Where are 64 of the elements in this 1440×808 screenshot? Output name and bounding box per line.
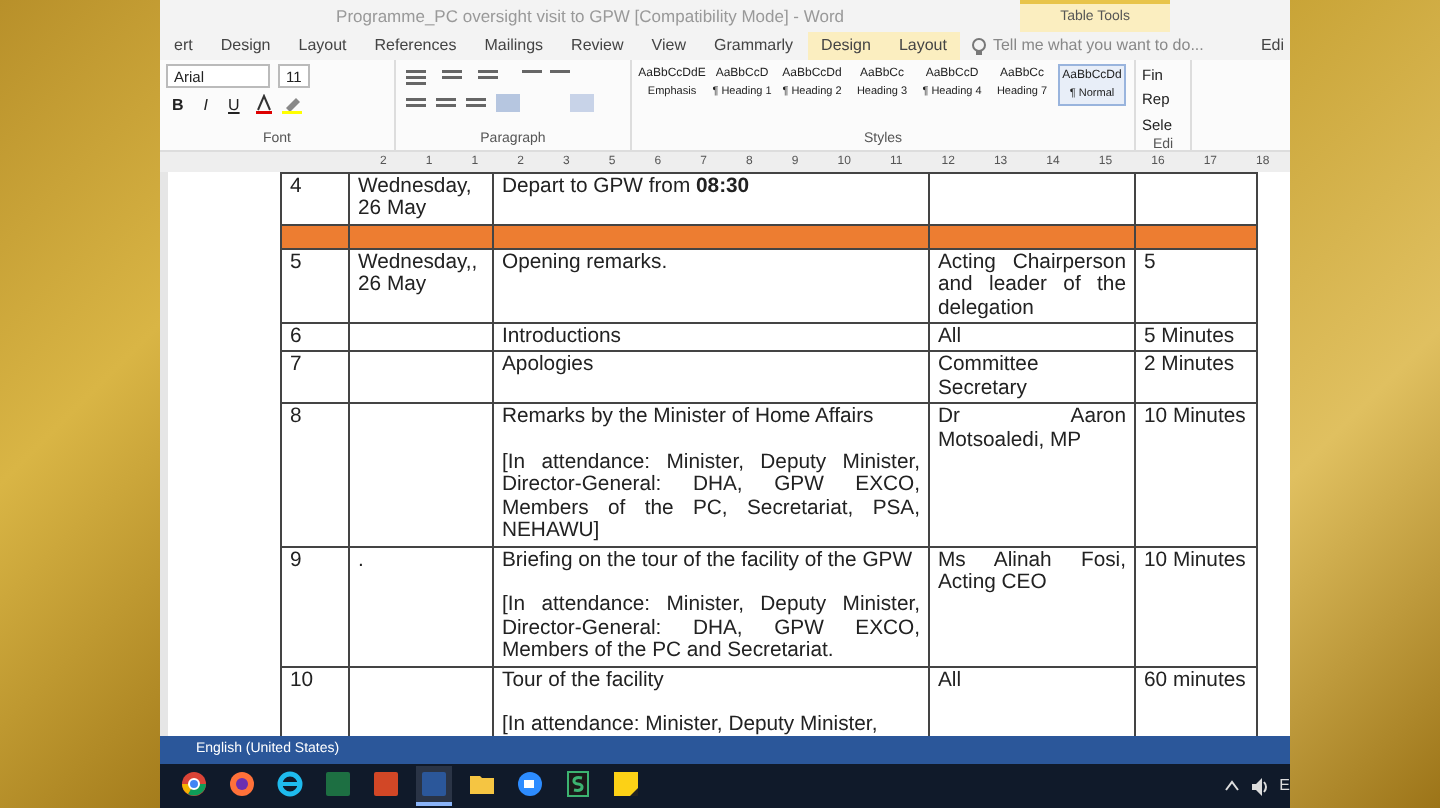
presentation-app-icon [372,770,400,798]
speaker-icon[interactable] [1249,777,1270,795]
cell-text: [In attendance: Minister, Deputy Minister, Director-General: DHA, GPW EXCO, Members of the PC, Secretariat, PSA, NEHAWU] [502,452,920,544]
cell-text: [In attendance: Minister, Deputy Minister, [502,714,880,736]
ribbon-tab[interactable]: View [637,32,700,60]
ribbon-tab[interactable]: Mailings [470,32,558,60]
cell-text: 8 [290,406,304,430]
chevron-up-icon[interactable] [1223,780,1240,792]
word-processor-icon [420,770,448,798]
cell-text: 6 [290,326,304,349]
folder-icon [468,770,496,798]
video-camera-icon [516,770,544,798]
font-color-icon[interactable] [253,94,274,114]
lightbulb-icon [972,37,987,55]
ribbon-tab[interactable]: Design [206,32,285,60]
cell-text: 10 [290,669,316,693]
cell-text: Opening remarks. [502,251,670,275]
format-button[interactable]: B [166,94,190,118]
cell-text: Tour of the facility [502,669,666,693]
cell-text: Remarks by the Minister of Home Affairs [502,406,876,430]
cell-text: Wednesday, 26 May [358,176,474,222]
ribbon-tab[interactable]: ert [160,32,207,60]
cell-text: Briefing on the tour of the facility of the GPW [502,549,915,573]
ribbon-tab[interactable]: Design [807,32,885,60]
cell-text: All [938,669,964,693]
window-title: Programme_PC oversight visit to GPW [Compatibility Mode] - Word [334,3,847,29]
cell-text: 5 [1144,251,1158,275]
cell-text: All [938,326,964,349]
browser-icon [276,770,304,798]
cell-text: 2 Minutes [1144,354,1237,378]
cell-text: Dr Aaron Motsoaledi, MP [938,406,1126,453]
cell-text: Apologies [502,354,596,378]
ribbon-tab[interactable]: Layout [284,32,361,60]
cell-text: 9 [290,549,304,573]
spreadsheet-app-icon [324,770,352,798]
highlight-icon[interactable] [281,94,302,114]
cell-text: 60 minutes [1144,669,1248,693]
browser-icon [180,770,208,798]
cell-text: 5 [290,251,304,275]
ribbon-tab[interactable]: References [360,32,471,60]
cell-text: Ms Alinah Fosi, Acting CEO [938,549,1126,595]
corner-text: Edi [1260,34,1286,58]
cell-text: 4 [290,176,304,199]
cell-text: . [358,549,366,573]
ribbon-tab[interactable]: Layout [884,32,961,60]
cell-text: Introductions [502,326,623,349]
sticky-note-icon [612,770,640,798]
cell-text: [In attendance: Minister, Deputy Minister, Director-General: DHA, GPW EXCO, Members of the PC and Secretariat. [502,594,920,664]
ribbon-tab[interactable]: Review [557,32,638,60]
format-button[interactable]: I [197,94,215,118]
cell-text: 5 Minutes [1144,326,1237,349]
cell-text: Depart to GPW from 08:30 [502,176,752,199]
cell-text: Committee Secretary [938,354,1041,401]
taskbar-app-button[interactable] [416,766,452,806]
tray-text[interactable]: E [1279,774,1290,798]
cell-text: 7 [290,354,304,378]
app-icon [564,770,592,798]
cell-text: 10 Minutes [1144,549,1248,573]
ribbon-tab[interactable]: Grammarly [699,32,808,60]
cell-text: Wednesday,, 26 May [358,251,480,298]
format-button[interactable]: U [222,94,246,118]
cell-text: Acting Chairperson and leader of the delegation [938,251,1126,321]
browser-icon [228,770,256,798]
cell-text: 10 Minutes [1144,406,1248,430]
